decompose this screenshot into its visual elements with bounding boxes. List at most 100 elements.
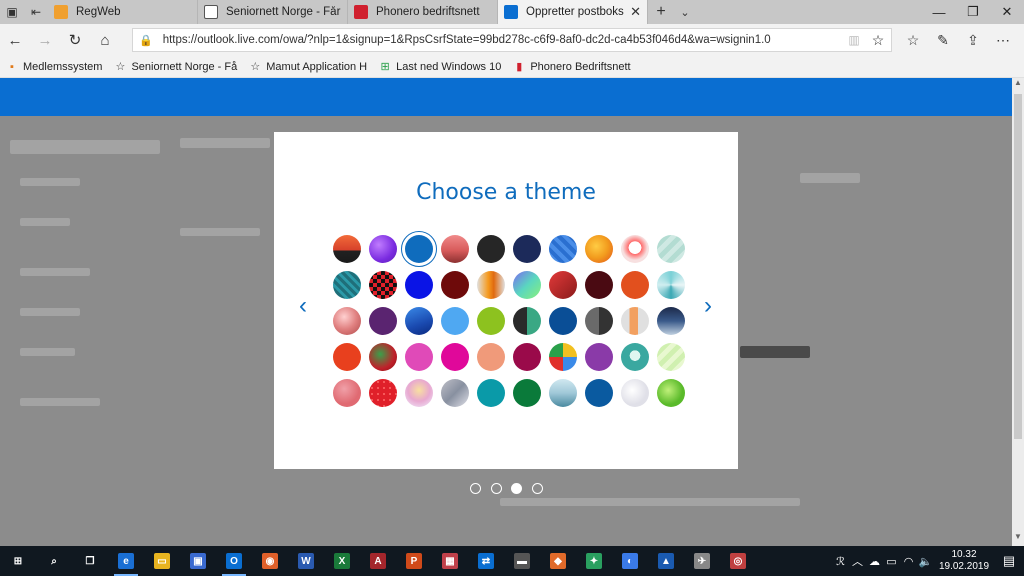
theme-swatch[interactable] (621, 235, 649, 263)
theme-swatch[interactable] (549, 379, 577, 407)
theme-swatch[interactable] (369, 379, 397, 407)
theme-swatch[interactable] (441, 343, 469, 371)
powerpoint-icon[interactable]: P (396, 546, 432, 576)
reading-view-icon[interactable]: ▥ (843, 33, 865, 47)
task-view-icon[interactable]: ❐ (72, 546, 108, 576)
theme-swatch[interactable] (621, 271, 649, 299)
browser-tab[interactable]: Oppretter postboksen ✕ (498, 0, 648, 24)
favorites-item[interactable]: ▪ Medlemssystem (6, 61, 102, 73)
theme-swatch[interactable] (369, 307, 397, 335)
browser-tab[interactable]: RegWeb (48, 0, 198, 24)
pagination-dot[interactable] (490, 483, 502, 494)
people-icon[interactable]: ℛ (832, 555, 849, 568)
forward-button[interactable]: → (30, 25, 60, 55)
favorites-hub-icon[interactable]: ☆ (898, 32, 928, 49)
theme-swatch[interactable] (477, 379, 505, 407)
new-tab-button[interactable]: + (648, 0, 674, 24)
pagination-dot[interactable] (531, 483, 543, 494)
access-icon[interactable]: A (360, 546, 396, 576)
scroll-thumb[interactable] (1014, 94, 1022, 439)
app-icon-3[interactable]: ◆ (540, 546, 576, 576)
app-icon-4[interactable]: ✦ (576, 546, 612, 576)
action-center-icon[interactable]: ▤ (994, 553, 1024, 569)
app-icon-5[interactable]: ◐ (612, 546, 648, 576)
close-window-button[interactable]: ✕ (990, 0, 1024, 24)
app-icon-1[interactable]: ▦ (432, 546, 468, 576)
theme-swatch[interactable] (405, 271, 433, 299)
store-icon[interactable]: ▣ (180, 546, 216, 576)
theme-swatch[interactable] (657, 235, 685, 263)
theme-swatch[interactable] (333, 271, 361, 299)
minimize-button[interactable]: — (922, 0, 956, 24)
browser-tab[interactable]: Seniornett Norge - Får senio (198, 0, 348, 24)
theme-swatch[interactable] (369, 235, 397, 263)
theme-swatch[interactable] (657, 343, 685, 371)
theme-swatch[interactable] (585, 271, 613, 299)
address-url[interactable]: https://outlook.live.com/owa/?nlp=1&sign… (163, 34, 843, 46)
theme-swatch[interactable] (477, 307, 505, 335)
outlook-app-icon[interactable]: O (216, 546, 252, 576)
favorites-item[interactable]: ⊞ Last ned Windows 10 (379, 61, 502, 74)
theme-swatch[interactable] (441, 307, 469, 335)
favorites-item[interactable]: ☆ Seniornett Norge - Få (114, 61, 238, 74)
theme-swatch[interactable] (369, 343, 397, 371)
add-favorite-star-icon[interactable]: ☆ (865, 32, 891, 49)
set-aside-tabs-icon[interactable]: ⇤ (24, 0, 48, 24)
theme-swatch[interactable] (621, 379, 649, 407)
search-icon[interactable]: ⌕ (36, 546, 72, 576)
network-icon[interactable]: ▭ (883, 555, 900, 568)
theme-swatch[interactable] (513, 343, 541, 371)
next-page-chevron-icon[interactable]: › (698, 292, 718, 320)
system-clock[interactable]: 10.32 19.02.2019 (934, 549, 994, 573)
favorites-item[interactable]: ▮ Phonero Bedriftsnett (513, 61, 630, 74)
back-button[interactable]: ← (0, 25, 30, 55)
theme-swatch[interactable] (333, 235, 361, 263)
theme-swatch[interactable] (401, 231, 437, 267)
pagination-dot[interactable] (470, 483, 481, 494)
theme-swatch[interactable] (441, 271, 469, 299)
theme-swatch[interactable] (405, 307, 433, 335)
theme-swatch[interactable] (621, 343, 649, 371)
theme-swatch[interactable] (549, 343, 577, 371)
theme-swatch[interactable] (477, 271, 505, 299)
tray-chevron-icon[interactable]: ︿ (849, 553, 866, 569)
theme-swatch[interactable] (477, 235, 505, 263)
theme-swatch[interactable] (441, 235, 469, 263)
address-bar[interactable]: 🔒 https://outlook.live.com/owa/?nlp=1&si… (132, 28, 892, 52)
refresh-button[interactable]: ↻ (60, 25, 90, 55)
app-icon-8[interactable]: ◎ (720, 546, 756, 576)
theme-swatch[interactable] (369, 271, 397, 299)
previous-page-chevron-icon[interactable]: ‹ (293, 292, 313, 320)
teamviewer-icon[interactable]: ⇄ (468, 546, 504, 576)
home-button[interactable]: ⌂ (90, 25, 120, 55)
theme-swatch[interactable] (441, 379, 469, 407)
scroll-down-icon[interactable]: ▼ (1012, 532, 1024, 546)
onedrive-icon[interactable]: ☁ (866, 555, 883, 568)
theme-swatch[interactable] (657, 271, 685, 299)
firefox-icon[interactable]: ◉ (252, 546, 288, 576)
theme-swatch[interactable] (549, 235, 577, 263)
theme-swatch[interactable] (405, 379, 433, 407)
theme-swatch[interactable] (513, 379, 541, 407)
theme-swatch[interactable] (549, 271, 577, 299)
share-icon[interactable]: ⇪ (958, 32, 988, 49)
tab-list-chevron-icon[interactable]: ⌄ (674, 0, 696, 24)
restore-button[interactable]: ❐ (956, 0, 990, 24)
theme-swatch[interactable] (549, 307, 577, 335)
theme-swatch[interactable] (477, 343, 505, 371)
app-icon-6[interactable]: ▲ (648, 546, 684, 576)
excel-icon[interactable]: X (324, 546, 360, 576)
theme-swatch[interactable] (333, 307, 361, 335)
app-icon-7[interactable]: ✈ (684, 546, 720, 576)
start-icon[interactable]: ⊞ (0, 546, 36, 576)
theme-swatch[interactable] (657, 307, 685, 335)
theme-swatch[interactable] (585, 235, 613, 263)
theme-swatch[interactable] (333, 379, 361, 407)
theme-swatch[interactable] (621, 307, 649, 335)
file-explorer-icon[interactable]: ▭ (144, 546, 180, 576)
more-menu-icon[interactable]: ⋯ (988, 32, 1018, 49)
app-icon-2[interactable]: ▬ (504, 546, 540, 576)
theme-swatch[interactable] (513, 271, 541, 299)
volume-icon[interactable]: 🔈 (917, 555, 934, 568)
theme-swatch[interactable] (585, 343, 613, 371)
